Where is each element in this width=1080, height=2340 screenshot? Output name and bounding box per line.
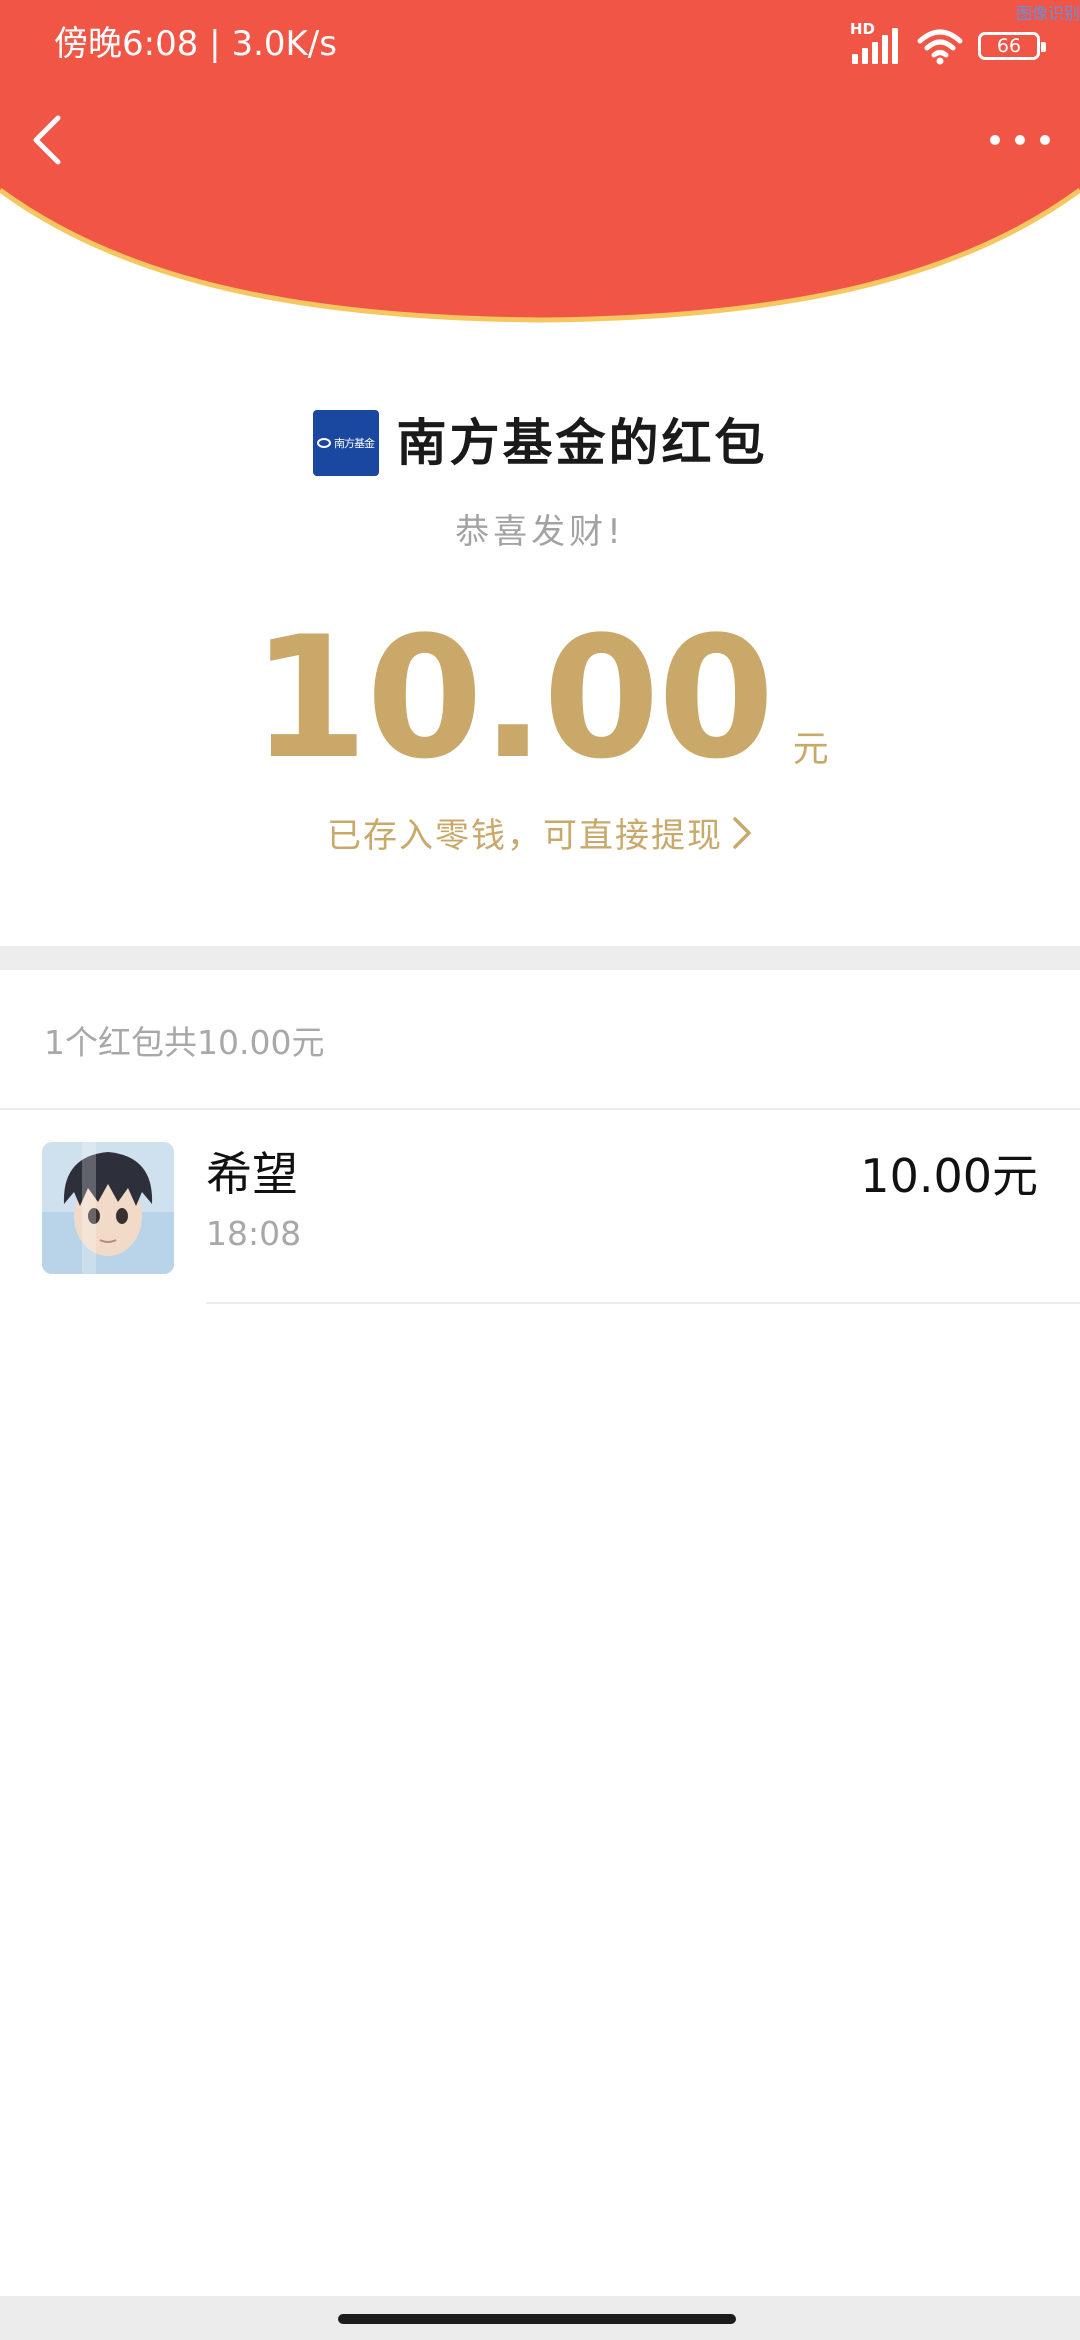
more-dots-icon [1040, 135, 1050, 145]
avatar [42, 1142, 174, 1274]
fund-logo-icon [317, 438, 331, 448]
network-speed: 3.0K/s [231, 24, 337, 64]
deposit-text: 已存入零钱，可直接提现 [327, 816, 723, 856]
greeting-text: 恭喜发财! [455, 512, 625, 552]
recipient-name: 希望 [206, 1147, 298, 1201]
packet-summary: 1个红包共10.00元 [44, 1023, 325, 1062]
more-dots-icon [1015, 135, 1025, 145]
gesture-bar [0, 2296, 1080, 2340]
section-divider [0, 946, 1080, 970]
sender-row: 南方基金 南方基金的红包 [0, 410, 1080, 476]
chevron-left-icon [33, 115, 61, 165]
deposit-link[interactable]: 已存入零钱，可直接提现 [0, 808, 1080, 857]
corner-mark: 图像识别 [1015, 4, 1080, 23]
recipient-amount: 10.00元 [860, 1149, 1038, 1203]
avatar-image [42, 1142, 174, 1274]
wifi-icon [917, 29, 963, 65]
home-indicator[interactable] [338, 2314, 736, 2324]
status-icons: HD 66 [850, 20, 1046, 70]
red-packet-header: 傍晚6:08 | 3.0K/s HD 66 图像识别 [0, 0, 1080, 330]
list-item[interactable]: 希望 18:08 10.00元 [0, 1110, 1080, 1304]
signal-icon: HD [850, 20, 902, 66]
sender-title: 南方基金的红包 [396, 414, 768, 472]
battery-icon: 66 [978, 32, 1046, 60]
hd-label: HD [850, 20, 876, 38]
chevron-right-icon [733, 816, 751, 849]
amount-unit: 元 [792, 729, 829, 770]
status-time: 傍晚6:08 | 3.0K/s [54, 22, 337, 66]
more-button[interactable] [990, 124, 1050, 156]
status-bar: 傍晚6:08 | 3.0K/s HD 66 图像识别 [0, 0, 1080, 90]
status-separator: | [209, 24, 232, 64]
more-dots-icon [990, 135, 1000, 145]
list-item-divider [206, 1302, 1080, 1304]
battery-level: 66 [996, 35, 1022, 57]
clock-text: 傍晚6:08 [54, 24, 199, 64]
amount-row: 10.00 元 [0, 600, 1080, 796]
back-button[interactable] [26, 112, 66, 168]
sender-logo-text: 南方基金 [334, 437, 375, 450]
sender-logo: 南方基金 [312, 410, 379, 476]
recipient-time: 18:08 [206, 1214, 302, 1253]
amount-value: 10.00 [251, 600, 774, 796]
